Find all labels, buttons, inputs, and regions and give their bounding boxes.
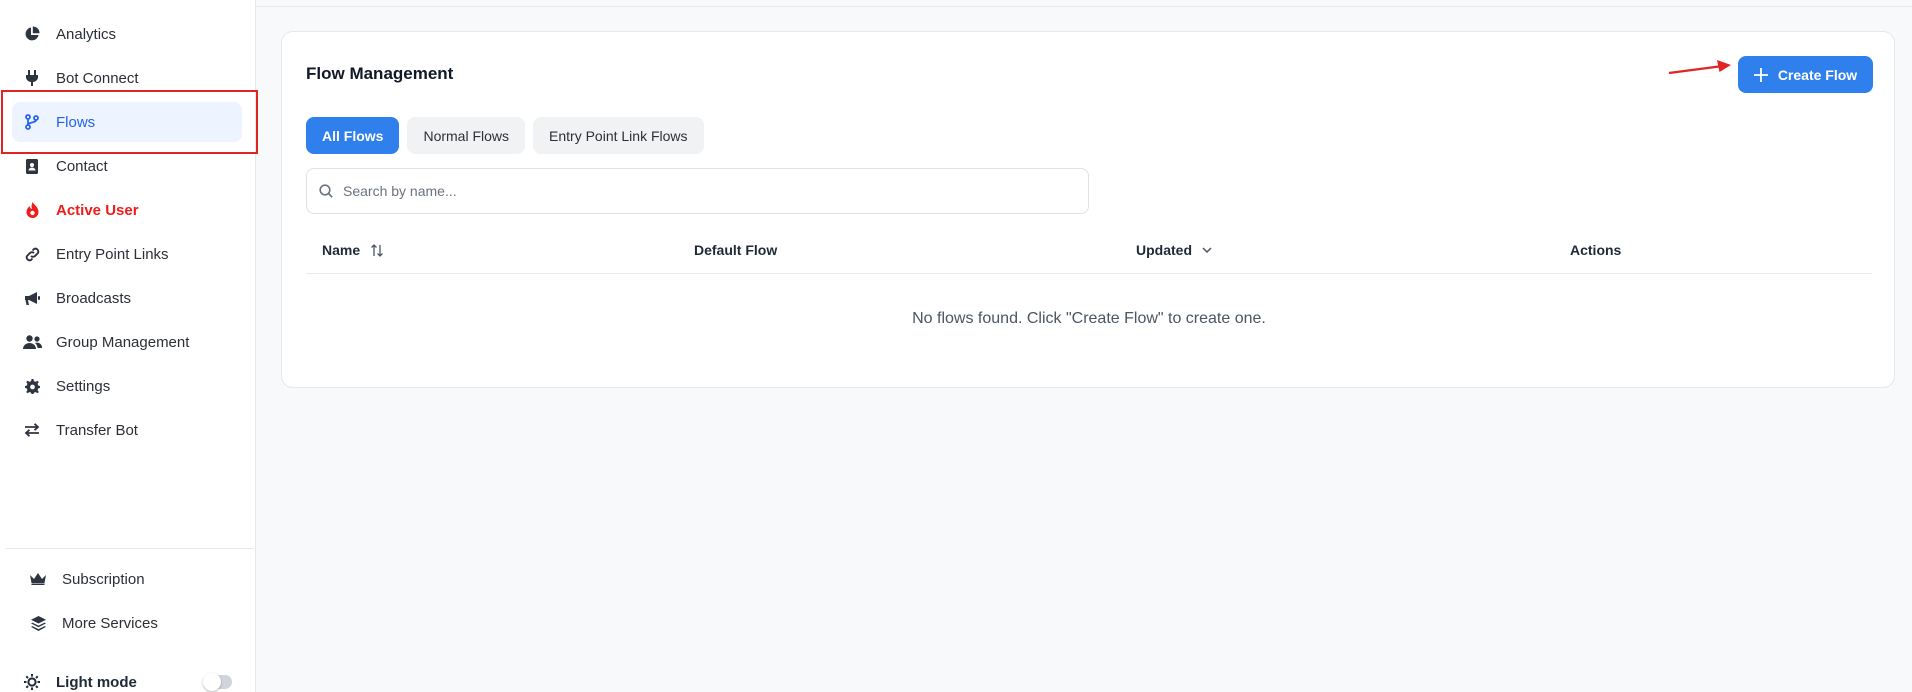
sort-icon[interactable] [370, 243, 384, 257]
users-icon [22, 332, 42, 352]
create-flow-label: Create Flow [1777, 66, 1858, 83]
link-icon [22, 244, 42, 264]
sidebar-item-group-management[interactable]: Group Management [12, 322, 242, 362]
column-updated[interactable]: Updated [1136, 242, 1212, 258]
fire-icon [22, 200, 42, 220]
sidebar-item-label: Active User [56, 201, 139, 219]
sidebar-item-settings[interactable]: Settings [12, 366, 242, 406]
sun-icon [22, 672, 42, 692]
empty-state-message: No flows found. Click "Create Flow" to c… [912, 310, 1266, 327]
create-flow-button[interactable]: Create Flow [1738, 56, 1873, 93]
sidebar-item-label: Settings [56, 377, 111, 395]
page-title: Flow Management [306, 64, 454, 83]
sidebar-item-subscription[interactable]: Subscription [12, 559, 242, 599]
flows-table-header: Name Default Flow Updated Actions [306, 232, 1872, 274]
sidebar-item-label: More Services [62, 614, 158, 632]
arrows-exchange-icon [22, 420, 42, 440]
search-input[interactable] [343, 183, 1043, 199]
sidebar-item-transfer-bot[interactable]: Transfer Bot [12, 410, 242, 450]
sidebar-item-broadcasts[interactable]: Broadcasts [12, 278, 242, 318]
tab-normal-flows[interactable]: Normal Flows [407, 117, 526, 154]
layers-icon [28, 613, 48, 633]
address-book-icon [22, 156, 42, 176]
column-name[interactable]: Name [322, 242, 384, 258]
sidebar-item-entry-point-links[interactable]: Entry Point Links [12, 234, 242, 274]
annotation-arrow-icon [1668, 60, 1731, 75]
sidebar-item-analytics[interactable]: Analytics [12, 14, 242, 54]
sidebar-item-more-services[interactable]: More Services [12, 603, 242, 643]
header-divider [256, 6, 1912, 7]
sidebar-item-label: Transfer Bot [56, 421, 138, 439]
tab-entry-point-link-flows[interactable]: Entry Point Link Flows [533, 117, 704, 154]
theme-label: Light mode [56, 673, 137, 691]
tab-all-flows[interactable]: All Flows [306, 117, 400, 154]
column-updated-label: Updated [1136, 242, 1192, 258]
sidebar-item-label: Contact [56, 157, 108, 175]
sidebar-divider [6, 548, 254, 549]
sidebar-item-label: Broadcasts [56, 289, 132, 307]
sidebar-item-active-user[interactable]: Active User [12, 190, 242, 230]
sidebar: Analytics Bot Connect Flows Contact Acti… [0, 0, 258, 692]
plug-icon [22, 68, 42, 88]
search-icon [319, 184, 333, 198]
column-default-flow: Default Flow [694, 242, 778, 258]
megaphone-icon [22, 288, 42, 308]
flow-filter-tabs: All Flows Normal Flows Entry Point Link … [306, 117, 704, 154]
sidebar-item-label: Group Management [56, 333, 190, 351]
sidebar-item-label: Analytics [56, 25, 117, 43]
search-box [306, 168, 1089, 214]
gear-icon [22, 376, 42, 396]
column-actions: Actions [1570, 242, 1622, 258]
column-name-label: Name [322, 242, 361, 258]
plus-icon [1753, 67, 1768, 82]
flows-highlight-box [1, 90, 258, 154]
flow-management-card: Flow Management Create Flow All Flows No… [281, 31, 1895, 388]
theme-toggle[interactable] [203, 673, 232, 691]
chart-pie-icon [22, 24, 42, 44]
sidebar-item-label: Entry Point Links [56, 245, 169, 263]
sidebar-item-label: Bot Connect [56, 69, 139, 87]
sidebar-item-label: Subscription [62, 570, 145, 588]
chevron-down-icon[interactable] [1202, 247, 1212, 253]
crown-icon [28, 569, 48, 589]
